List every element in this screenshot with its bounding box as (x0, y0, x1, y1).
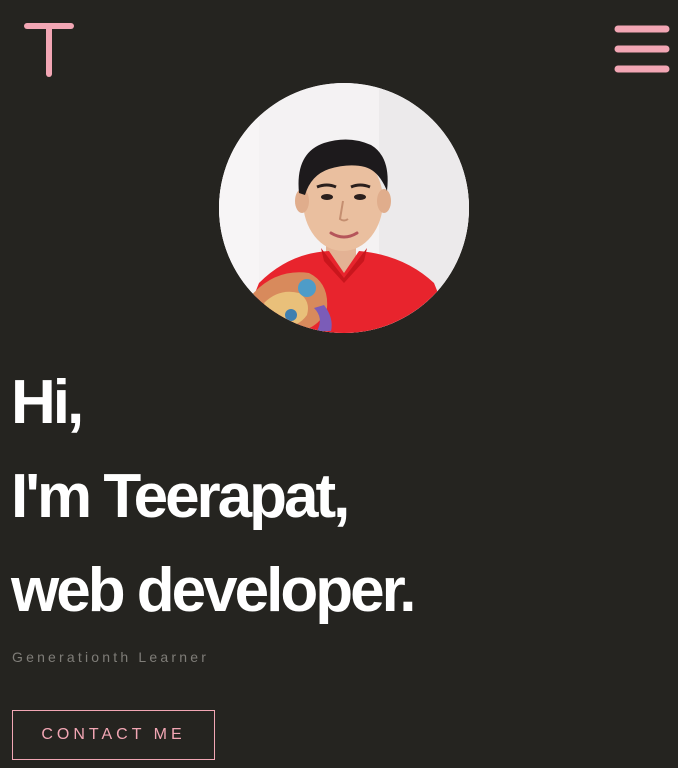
hamburger-menu-icon[interactable] (614, 24, 670, 74)
contact-me-button[interactable]: CONTACT ME (12, 710, 215, 760)
logo-t-icon[interactable] (24, 22, 74, 78)
hero-subtitle: Generationth Learner (12, 649, 210, 665)
hero-line-name: I'm Teerapat, (11, 462, 350, 531)
hero-heading: Hi, I'm Teerapat, web developer. (11, 356, 417, 638)
profile-avatar (219, 83, 469, 333)
hero-line-greeting: Hi, (11, 368, 84, 437)
hero-line-role: web developer. (11, 556, 417, 625)
page: Hi, I'm Teerapat, web developer. Generat… (0, 0, 678, 768)
profile-photo (219, 83, 469, 333)
